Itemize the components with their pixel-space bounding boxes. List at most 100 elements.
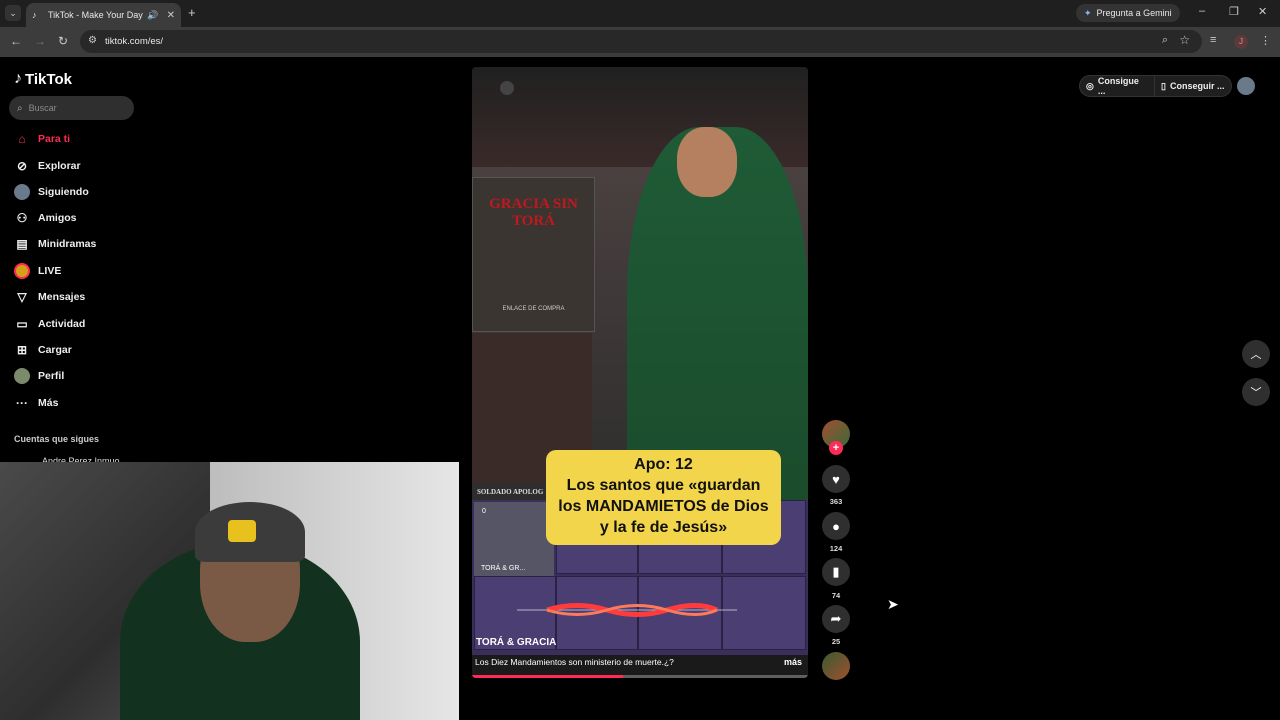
sidebar-item-label: Amigos: [38, 212, 77, 224]
sidebar-item-mensajes[interactable]: ▽ Mensajes: [14, 287, 85, 307]
site-info-icon[interactable]: ⚙: [88, 35, 97, 46]
user-avatar[interactable]: [1237, 77, 1255, 95]
music-disc-icon[interactable]: [822, 652, 850, 680]
avatar-icon: [14, 184, 30, 200]
sidebar-item-explorar[interactable]: ⊘ Explorar: [14, 156, 81, 176]
comment-icon: ●: [832, 518, 840, 534]
like-button[interactable]: ♥: [822, 465, 850, 493]
video-participant-tile: 0 TORÁ & GR...: [474, 502, 554, 576]
bookmark-star-icon[interactable]: ☆: [1179, 33, 1190, 47]
minimize-icon[interactable]: –: [1199, 5, 1205, 17]
forward-icon[interactable]: →: [34, 34, 46, 48]
plus-square-icon: ⊞: [16, 343, 28, 357]
address-bar[interactable]: ⚙ tiktok.com/es/ ⌕ ☆: [80, 30, 1202, 53]
like-count: 363: [829, 497, 843, 506]
sidebar-item-minidramas[interactable]: ▤ Minidramas: [14, 234, 96, 254]
video-author[interactable]: TORÁ & GRACIA: [476, 637, 556, 648]
sidebar-item-label: Cargar: [38, 344, 72, 356]
tab-close-icon[interactable]: ✕: [167, 10, 175, 21]
caption-line: y la fe de Jesús»: [599, 519, 728, 536]
search-input[interactable]: ⌕ Buscar: [9, 96, 134, 120]
live-icon: [14, 263, 30, 279]
caption-line: Los santos que «guardan: [566, 477, 761, 494]
more-icon: ···: [16, 396, 28, 410]
sidebar-item-live[interactable]: LIVE: [14, 261, 61, 281]
sidebar-item-label: Para ti: [38, 133, 71, 145]
gemini-spark-icon: ✦: [1084, 7, 1092, 18]
follow-plus-icon[interactable]: +: [829, 441, 843, 455]
caption-line: los MANDAMIETOS de Dios: [558, 498, 769, 515]
video-caption-box: Apo: 12 Los santos que «guardan los MAND…: [546, 450, 781, 545]
comment-count: 124: [829, 544, 843, 553]
book-subtitle: ENLACE DE COMPRA: [502, 306, 565, 312]
browser-tab[interactable]: ♪ TikTok - Make Your Day 🔊 ✕: [26, 3, 181, 27]
browser-profile-avatar[interactable]: J: [1234, 35, 1248, 49]
sidebar-item-label: Perfil: [38, 370, 65, 382]
previous-video-button[interactable]: ︿: [1242, 340, 1270, 368]
share-button[interactable]: ➦: [822, 605, 850, 633]
browser-toolbar: ← → ↻ ⚙ tiktok.com/es/ ⌕ ☆ ≡ ⋮: [0, 27, 1280, 57]
following-section-title: Cuentas que sigues: [14, 434, 100, 444]
back-icon[interactable]: ←: [10, 34, 22, 48]
share-arrow-icon: ➦: [830, 611, 842, 626]
save-button[interactable]: ▮: [822, 558, 850, 586]
speaker-icon[interactable]: 🔊: [147, 10, 158, 21]
chevron-down-icon: ⌄: [9, 7, 17, 18]
sidebar-item-label: Más: [38, 397, 59, 409]
browser-menu-icon[interactable]: ⋮: [1260, 34, 1271, 47]
share-count: 25: [831, 637, 841, 646]
book-title: GRACIA SIN TORÁ: [489, 196, 578, 230]
audio-waveform: [517, 603, 737, 617]
next-video-button[interactable]: ﹀: [1242, 378, 1270, 406]
browser-tabbar: ⌄ ♪ TikTok - Make Your Day 🔊 ✕ + ✦ Pregu…: [0, 0, 1280, 27]
sidebar-item-siguiendo[interactable]: Siguiendo: [14, 182, 89, 202]
compass-icon: ⊘: [16, 159, 28, 173]
sidebar-item-perfil[interactable]: Perfil: [14, 366, 64, 386]
sidebar-item-label: Explorar: [38, 160, 81, 172]
sidebar-item-amigos[interactable]: ⚇ Amigos: [14, 208, 77, 228]
mouse-cursor-icon: ➤: [887, 596, 899, 612]
video-priest-face: [677, 127, 737, 197]
inbox-icon: ▭: [16, 317, 28, 331]
tiktok-logo[interactable]: ♪ TikTok: [14, 70, 72, 88]
beanie-badge-icon: [228, 520, 256, 542]
logo-text: TikTok: [25, 70, 72, 88]
tab-list-button[interactable]: ⌄: [5, 5, 21, 21]
tiktok-favicon-icon: ♪: [32, 10, 37, 20]
restore-icon[interactable]: ❐: [1229, 5, 1239, 18]
sidebar-item-para-ti[interactable]: ⌂ Para ti: [14, 129, 70, 149]
chevron-up-icon: ︿: [1250, 349, 1262, 361]
reload-icon[interactable]: ↻: [58, 34, 68, 48]
tiktok-note-icon: ♪: [14, 70, 22, 87]
comment-button[interactable]: ●: [822, 512, 850, 540]
zoom-icon[interactable]: ⌕: [1162, 34, 1168, 47]
save-count: 74: [831, 591, 841, 600]
tab-title: TikTok - Make Your Day: [48, 10, 143, 20]
sidebar-item-mas[interactable]: ··· Más: [14, 393, 58, 413]
home-icon: ⌂: [18, 132, 26, 146]
search-icon: ⌕: [17, 102, 23, 114]
video-book-image: GRACIA SIN TORÁ ENLACE DE COMPRA: [472, 177, 595, 332]
get-coins-label: Consigue ...: [1097, 76, 1139, 96]
sidebar-item-label: Actividad: [38, 318, 86, 330]
video-player[interactable]: GRACIA SIN TORÁ ENLACE DE COMPRA 0 TORÁ …: [472, 67, 808, 678]
window-close-icon[interactable]: ✕: [1258, 5, 1267, 18]
phone-icon: ▯: [1161, 80, 1166, 91]
search-placeholder: Buscar: [28, 103, 57, 113]
sidebar-item-cargar[interactable]: ⊞ Cargar: [14, 340, 72, 360]
sidebar-item-actividad[interactable]: ▭ Actividad: [14, 314, 85, 334]
gemini-button[interactable]: ✦ Pregunta a Gemini: [1076, 4, 1180, 22]
video-description: Los Diez Mandamientos son ministerio de …: [475, 657, 674, 667]
video-progress-bar[interactable]: [472, 675, 808, 678]
sidebar-item-label: LIVE: [38, 265, 62, 277]
film-icon: ▤: [16, 237, 28, 251]
sidebar-item-label: Minidramas: [38, 238, 97, 250]
media-control-icon[interactable]: ≡: [1210, 34, 1216, 46]
sidebar-item-label: Siguiendo: [38, 186, 89, 198]
get-coins-button[interactable]: ◎ Consigue ...: [1079, 75, 1155, 97]
get-app-button[interactable]: ▯ Conseguir ...: [1155, 75, 1232, 97]
video-top-icon: [500, 81, 514, 95]
heart-icon: ♥: [832, 471, 840, 487]
more-link[interactable]: más: [784, 657, 802, 667]
new-tab-icon[interactable]: +: [188, 5, 196, 20]
